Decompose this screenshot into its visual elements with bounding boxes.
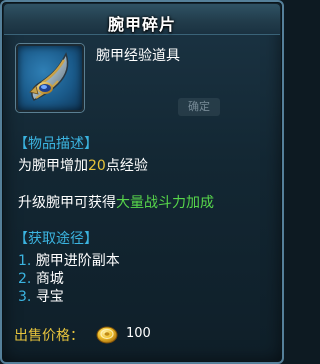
background-button-ghost: 确定 — [178, 98, 220, 116]
source-item-number: 2. — [18, 271, 32, 287]
title-bar: 腕甲碎片 — [4, 4, 280, 35]
bracer-fragment-icon — [29, 52, 69, 101]
description-line-2-prefix: 升级腕甲可获得 — [18, 195, 116, 211]
item-tooltip: 腕甲碎片 腕甲经验道具 确定 【物品描述】 为腕甲增加20点经验 升级腕甲可获得… — [0, 0, 284, 364]
source-item-text: 寻宝 — [35, 289, 64, 305]
source-item-text: 商城 — [35, 271, 64, 287]
item-type-label: 腕甲经验道具 — [96, 48, 180, 64]
description-header: 【物品描述】 — [14, 136, 98, 152]
source-item-number: 1. — [18, 253, 32, 269]
gold-coin-icon — [96, 326, 118, 344]
description-line-1-prefix: 为腕甲增加 — [18, 158, 88, 174]
exp-value: 20 — [88, 158, 106, 174]
power-bonus-text: 大量战斗力加成 — [116, 195, 214, 211]
source-item-number: 3. — [18, 289, 32, 305]
item-title: 腕甲碎片 — [107, 15, 176, 34]
source-item: 1. 腕甲进阶副本 — [18, 250, 120, 270]
description-line-2: 升级腕甲可获得大量战斗力加成 — [18, 192, 214, 212]
source-item-text: 腕甲进阶副本 — [35, 253, 120, 269]
sources-header: 【获取途径】 — [14, 231, 98, 247]
description-line-1-suffix: 点经验 — [105, 158, 148, 174]
source-item: 2. 商城 — [18, 268, 64, 288]
price-label: 出售价格： — [14, 328, 84, 344]
description-line-1: 为腕甲增加20点经验 — [18, 155, 148, 175]
price-value: 100 — [126, 326, 151, 341]
source-item: 3. 寻宝 — [18, 286, 64, 306]
item-icon-frame — [16, 44, 84, 112]
